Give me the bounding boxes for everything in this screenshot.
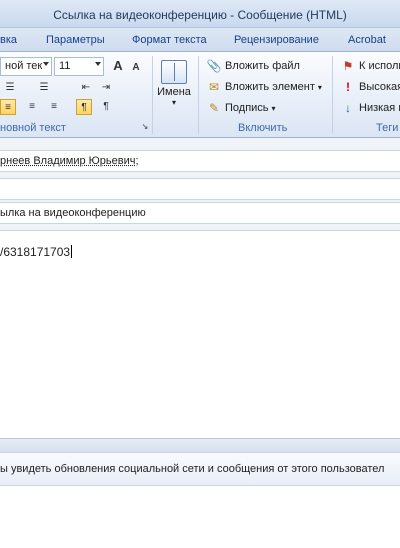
low-importance-button[interactable]: ↓ Низкая в: [340, 100, 400, 116]
body-text: /6318171703: [0, 245, 73, 259]
tab-review[interactable]: Рецензирование: [234, 34, 319, 46]
subject-field[interactable]: ылка на видеоконференцию: [0, 202, 400, 224]
group-label-include: Включить: [238, 122, 288, 134]
chevron-down-icon: ▾: [317, 82, 322, 92]
signature-button[interactable]: ✎ Подпись ▾: [206, 100, 276, 116]
signature-label: Подпись: [225, 102, 269, 114]
attach-item-button[interactable]: ✉ Вложить элемент ▾: [206, 79, 322, 95]
ribbon-tabs: вка Параметры Формат текста Рецензирован…: [0, 28, 400, 52]
font-size-value: 11: [59, 60, 71, 72]
down-arrow-icon: ↓: [345, 101, 351, 115]
subject-value: ылка на видеоконференцию: [0, 207, 146, 219]
high-importance-label: Высокая: [359, 81, 400, 93]
font-name-combo[interactable]: ной тек: [0, 57, 52, 76]
numbering-icon[interactable]: ☰: [36, 80, 52, 96]
high-importance-button[interactable]: ! Высокая: [340, 79, 400, 95]
social-pane-splitter[interactable]: [0, 438, 400, 452]
header-fields: рнеев Владимир Юрьевич; ылка на видеокон…: [0, 138, 400, 230]
to-field[interactable]: рнеев Владимир Юрьевич;: [0, 150, 400, 172]
follow-up-label: К исполн: [359, 60, 400, 72]
attach-file-label: Вложить файл: [225, 60, 300, 72]
grow-font-icon[interactable]: A: [110, 58, 126, 74]
align-right-icon[interactable]: ≡: [46, 99, 62, 115]
social-info-text: ы увидеть обновления социальной сети и с…: [0, 463, 385, 475]
names-label: Имена: [157, 86, 191, 98]
increase-indent-icon[interactable]: ⇥: [98, 80, 114, 96]
message-body[interactable]: /6318171703: [0, 230, 400, 438]
cc-field[interactable]: [0, 178, 400, 200]
title-bar: Ссылка на видеоконференцию - Сообщение (…: [0, 0, 400, 28]
bullets-icon[interactable]: ☰: [2, 80, 18, 96]
address-book-button[interactable]: Имена ▾: [152, 56, 196, 116]
chevron-down-icon: ▾: [171, 98, 176, 107]
social-pane-content: [0, 486, 400, 548]
follow-up-button[interactable]: ⚑ К исполн: [340, 58, 400, 74]
low-importance-label: Низкая в: [359, 102, 400, 114]
exclamation-icon: !: [346, 80, 350, 94]
align-left-icon[interactable]: ≡: [0, 99, 16, 115]
group-separator: [332, 56, 333, 134]
recipient-name[interactable]: рнеев Владимир Юрьевич;: [0, 155, 139, 167]
shrink-font-icon[interactable]: A: [128, 60, 144, 76]
group-label-tags: Теги: [376, 122, 399, 134]
group-label-basic-text: новной текст: [0, 122, 66, 134]
body-link-text: /6318171703: [0, 245, 71, 259]
flag-icon: ⚑: [342, 59, 354, 73]
address-book-icon: [161, 60, 187, 84]
font-name-value: ной тек: [5, 60, 43, 72]
attach-item-label: Вложить элемент: [225, 81, 315, 93]
chevron-down-icon: ▾: [271, 103, 276, 113]
align-center-icon[interactable]: ≡: [24, 99, 40, 115]
tab-acrobat[interactable]: Acrobat: [348, 34, 386, 46]
group-separator: [198, 56, 199, 134]
chevron-down-icon: [43, 62, 49, 66]
envelope-icon: ✉: [208, 80, 220, 94]
ltr-icon[interactable]: ¶: [76, 99, 92, 115]
decrease-indent-icon[interactable]: ⇤: [78, 80, 94, 96]
paperclip-icon: 📎: [206, 59, 222, 73]
ribbon: ной тек 11 A A ☰ ☰ ⇤ ⇥ ≡ ≡ ≡ ¶ ¶ новной …: [0, 52, 400, 138]
attach-file-button[interactable]: 📎 Вложить файл: [206, 58, 300, 74]
window-title: Ссылка на видеоконференцию - Сообщение (…: [53, 8, 347, 22]
text-cursor: [71, 245, 73, 258]
dialog-launcher-icon[interactable]: ↘: [140, 122, 150, 132]
tab-options[interactable]: Параметры: [46, 34, 105, 46]
tab-format-text[interactable]: Формат текста: [132, 34, 207, 46]
signature-icon: ✎: [208, 101, 220, 115]
tab-insert[interactable]: вка: [0, 34, 17, 46]
social-connector-bar[interactable]: ы увидеть обновления социальной сети и с…: [0, 452, 400, 486]
rtl-icon[interactable]: ¶: [98, 99, 114, 115]
chevron-down-icon: [95, 62, 101, 66]
font-size-combo[interactable]: 11: [54, 57, 104, 76]
